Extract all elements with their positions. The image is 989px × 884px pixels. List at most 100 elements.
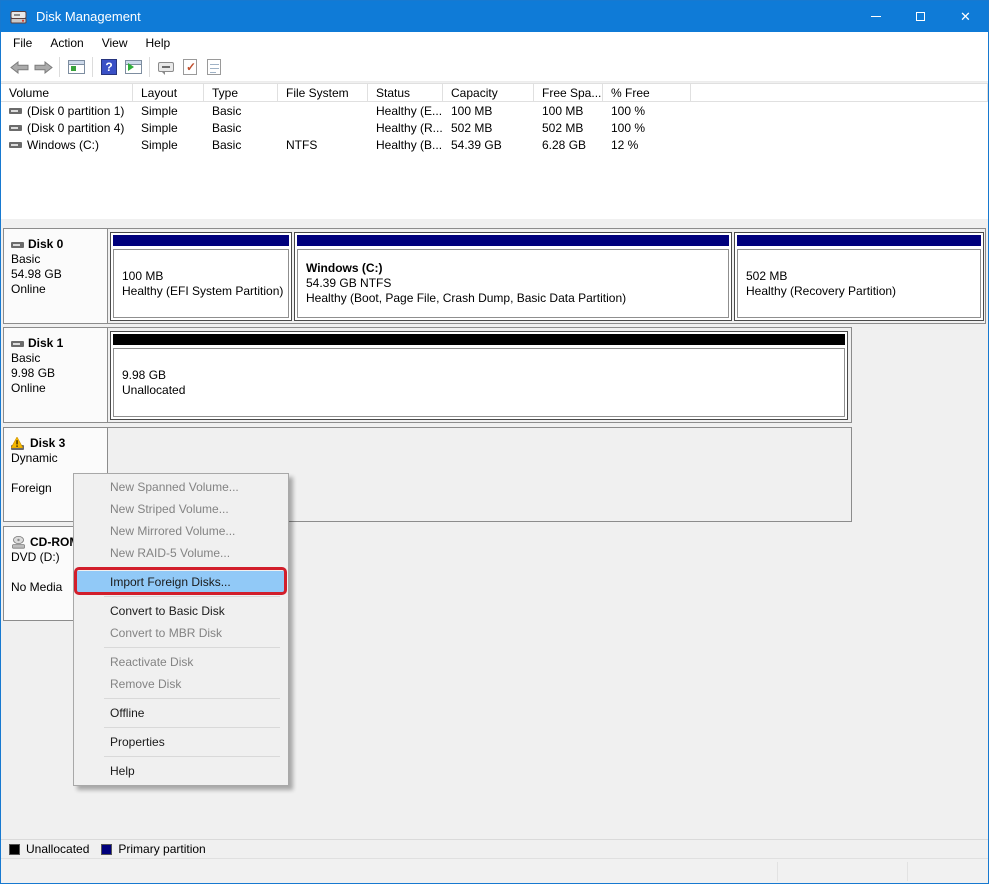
table-row[interactable]: (Disk 0 partition 1) Simple Basic Health… (1, 102, 988, 119)
column-header-type[interactable]: Type (204, 83, 278, 102)
menu-item-reactivate-disk[interactable]: Reactivate Disk (74, 651, 288, 673)
menu-bar: File Action View Help (1, 32, 988, 53)
menu-separator (104, 756, 280, 757)
column-header-volume[interactable]: Volume (1, 83, 133, 102)
cell-free-space: 100 MB (534, 104, 603, 118)
table-row[interactable]: Windows (C:) Simple Basic NTFS Healthy (… (1, 136, 988, 153)
menu-item-label: New Mirrored Volume... (110, 524, 235, 538)
cell-pct-free: 100 % (603, 104, 691, 118)
check-document-icon[interactable]: ✓ (178, 55, 202, 79)
menu-item-label: Convert to Basic Disk (110, 604, 225, 618)
column-header-pct-free[interactable]: % Free (603, 83, 691, 102)
volume-icon (9, 108, 22, 114)
disk-1-label[interactable]: Disk 1 Basic 9.98 GB Online (4, 328, 108, 422)
callout-icon[interactable] (154, 55, 178, 79)
column-header-layout[interactable]: Layout (133, 83, 204, 102)
volume-name: (Disk 0 partition 1) (27, 104, 124, 118)
disk-kind: Basic (11, 351, 103, 366)
status-bar-pane (907, 862, 987, 881)
partition-status: Healthy (Recovery Partition) (746, 284, 980, 299)
menu-item-label: New Striped Volume... (110, 502, 229, 516)
volume-icon (9, 142, 22, 148)
cell-type: Basic (204, 121, 278, 135)
disk-state: Online (11, 282, 103, 297)
menu-item-new-raid5-volume[interactable]: New RAID-5 Volume... (74, 542, 288, 564)
cell-free-space: 6.28 GB (534, 138, 603, 152)
legend-bar: Unallocated Primary partition (1, 839, 988, 858)
menu-view[interactable]: View (93, 34, 137, 52)
column-header-status[interactable]: Status (368, 83, 443, 102)
unallocated-swatch (9, 844, 20, 855)
cell-layout: Simple (133, 104, 204, 118)
menu-item-convert-to-mbr-disk[interactable]: Convert to MBR Disk (74, 622, 288, 644)
table-row[interactable]: (Disk 0 partition 4) Simple Basic Health… (1, 119, 988, 136)
menu-item-label: Reactivate Disk (110, 655, 193, 669)
menu-item-convert-to-basic-disk[interactable]: Convert to Basic Disk (74, 600, 288, 622)
console-tree-icon[interactable] (64, 55, 88, 79)
title-bar: Disk Management ✕ (1, 1, 988, 32)
list-document-icon[interactable] (202, 55, 226, 79)
partition-efi[interactable]: 100 MB Healthy (EFI System Partition) (110, 232, 292, 321)
disk-state: Online (11, 381, 103, 396)
menu-item-offline[interactable]: Offline (74, 702, 288, 724)
cd-rom-icon (11, 536, 26, 549)
volume-list-header: Volume Layout Type File System Status Ca… (1, 83, 988, 102)
menu-help[interactable]: Help (137, 34, 180, 52)
action-pane-icon[interactable] (121, 55, 145, 79)
menu-item-new-mirrored-volume[interactable]: New Mirrored Volume... (74, 520, 288, 542)
menu-item-label: Offline (110, 706, 144, 720)
partition-title: Windows (C:) (306, 261, 728, 276)
cell-pct-free: 12 % (603, 138, 691, 152)
menu-separator (104, 596, 280, 597)
menu-item-new-spanned-volume[interactable]: New Spanned Volume... (74, 476, 288, 498)
close-button[interactable]: ✕ (943, 1, 988, 32)
back-icon[interactable] (7, 55, 31, 79)
minimize-button[interactable] (853, 1, 898, 32)
help-icon[interactable]: ? (97, 55, 121, 79)
partition-size: 54.39 GB NTFS (306, 276, 728, 291)
maximize-button[interactable] (898, 1, 943, 32)
partition-color-band (113, 334, 845, 345)
partition-size: 9.98 GB (122, 368, 844, 383)
menu-item-remove-disk[interactable]: Remove Disk (74, 673, 288, 695)
column-header-file-system[interactable]: File System (278, 83, 368, 102)
menu-separator (104, 567, 280, 568)
cell-status: Healthy (E... (368, 104, 443, 118)
partition-status: Healthy (EFI System Partition) (122, 284, 288, 299)
warning-disk-icon (11, 438, 26, 450)
primary-partition-swatch (101, 844, 112, 855)
menu-action[interactable]: Action (41, 34, 92, 52)
forward-icon[interactable] (31, 55, 55, 79)
disk-kind: Dynamic (11, 451, 103, 466)
status-bar (1, 858, 988, 884)
disk-0-label[interactable]: Disk 0 Basic 54.98 GB Online (4, 229, 108, 323)
menu-item-help[interactable]: Help (74, 760, 288, 782)
window-controls: ✕ (853, 1, 988, 32)
menu-file[interactable]: File (4, 34, 41, 52)
column-header-free-space[interactable]: Free Spa... (534, 83, 603, 102)
menu-item-new-striped-volume[interactable]: New Striped Volume... (74, 498, 288, 520)
partition-color-band (297, 235, 729, 246)
column-header-capacity[interactable]: Capacity (443, 83, 534, 102)
disk-icon (11, 242, 24, 248)
disk-1-row: Disk 1 Basic 9.98 GB Online 9.98 GB Unal… (3, 327, 852, 423)
partition-recovery[interactable]: 502 MB Healthy (Recovery Partition) (734, 232, 984, 321)
menu-separator (104, 698, 280, 699)
menu-item-import-foreign-disks[interactable]: Import Foreign Disks... (76, 571, 286, 593)
disk-management-window: Disk Management ✕ File Action View Help … (0, 0, 989, 884)
disk-0-row: Disk 0 Basic 54.98 GB Online 100 MB Heal… (3, 228, 986, 324)
partition-status: Healthy (Boot, Page File, Crash Dump, Ba… (306, 291, 728, 306)
menu-item-properties[interactable]: Properties (74, 731, 288, 753)
cell-layout: Simple (133, 121, 204, 135)
maximize-icon (916, 12, 925, 21)
partition-windows-c[interactable]: Windows (C:) 54.39 GB NTFS Healthy (Boot… (294, 232, 732, 321)
cell-capacity: 54.39 GB (443, 138, 534, 152)
disk-icon (11, 341, 24, 347)
cell-capacity: 100 MB (443, 104, 534, 118)
partition-color-band (113, 235, 289, 246)
disk-name: CD-ROM (30, 535, 79, 550)
menu-item-label: Import Foreign Disks... (110, 575, 231, 589)
column-header-filler (691, 83, 988, 102)
unallocated-region[interactable]: 9.98 GB Unallocated (110, 331, 848, 420)
disk-name: Disk 0 (28, 237, 63, 252)
